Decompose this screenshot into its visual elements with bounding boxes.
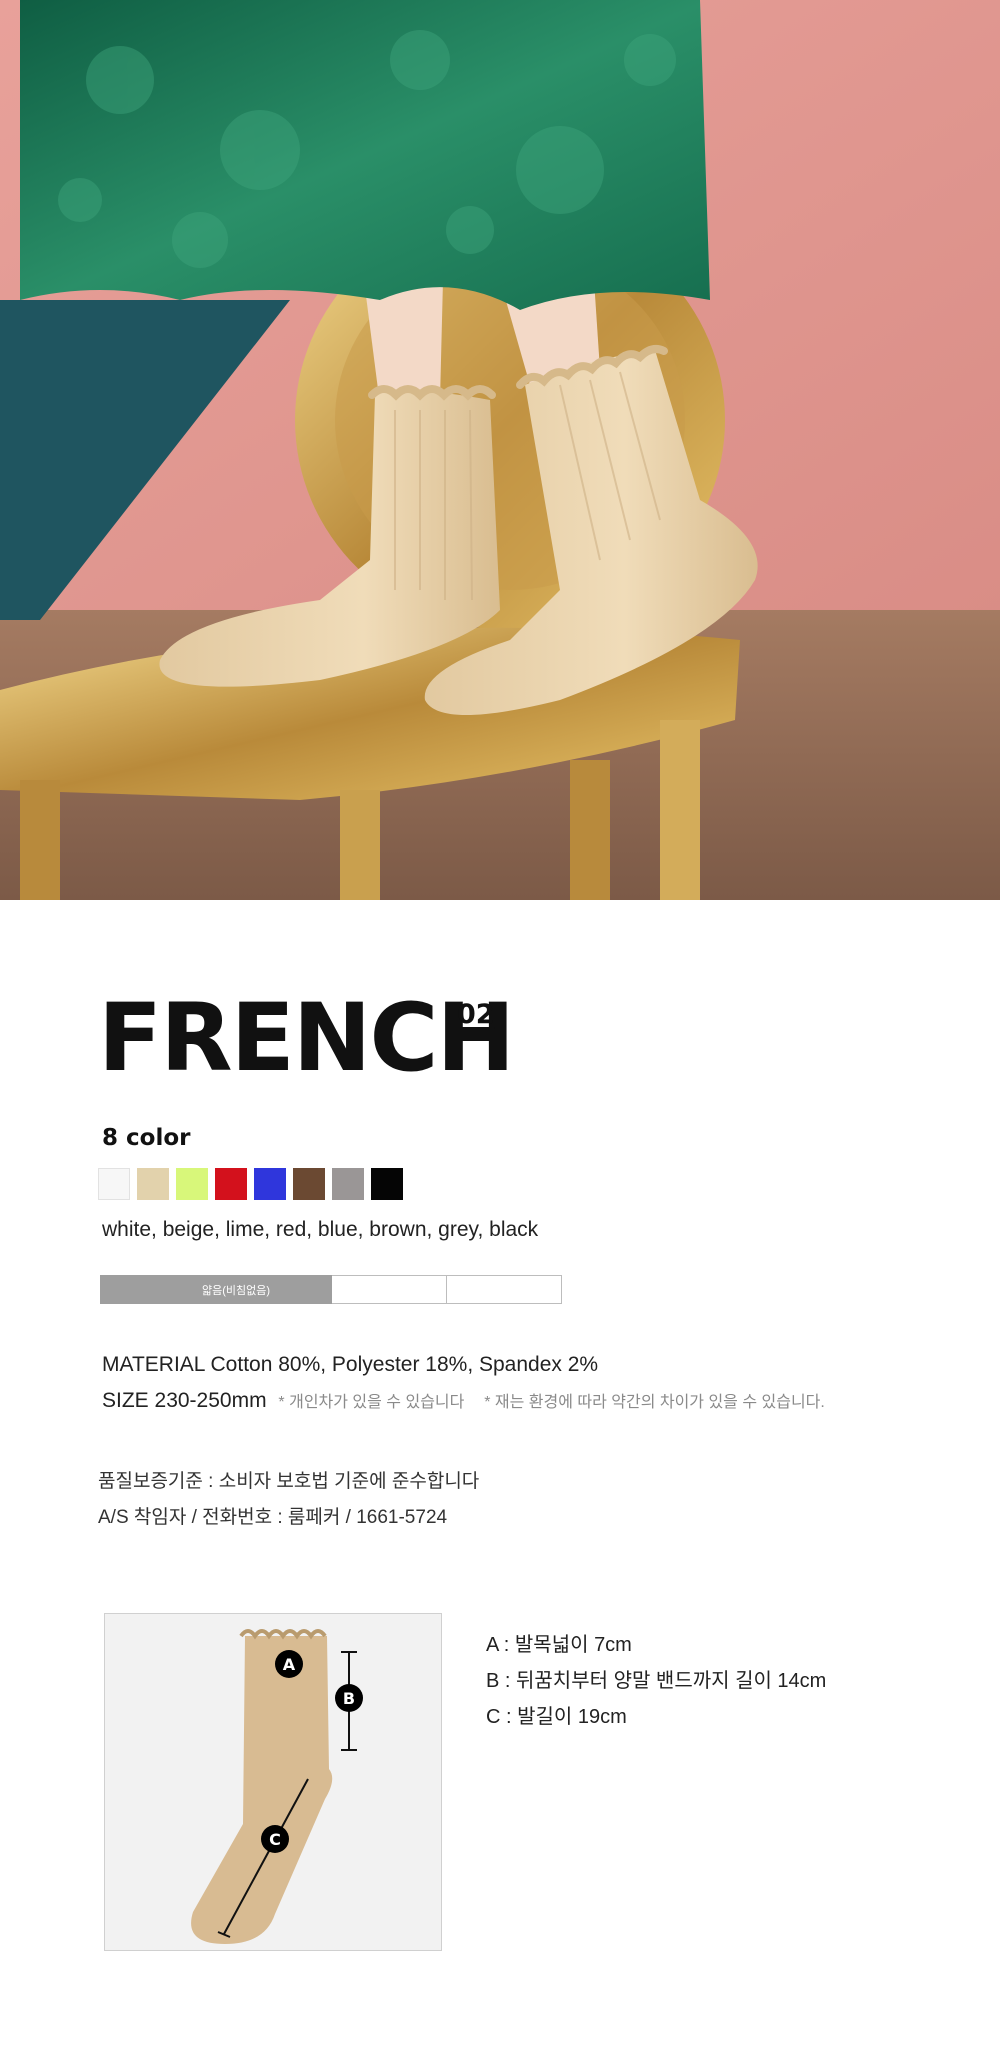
size-line: SIZE 230-250mm * 개인차가 있을 수 있습니다 * 재는 환경에… bbox=[102, 1388, 825, 1413]
quality-standard: 품질보증기준 : 소비자 보호법 기준에 준수합니다 bbox=[98, 1471, 480, 1492]
measurement-b: B : 뒤꿈치부터 양말 밴드까지 길이 14cm bbox=[486, 1670, 827, 1692]
marker-b-label: B bbox=[343, 1689, 355, 1708]
marker-c-label: C bbox=[269, 1830, 281, 1849]
sock-ruffle bbox=[239, 1629, 327, 1640]
swatch-beige bbox=[137, 1168, 169, 1200]
swatch-blue bbox=[254, 1168, 286, 1200]
size-note-individual: * 개인차가 있을 수 있습니다 bbox=[278, 1394, 465, 1411]
thickness-segment bbox=[447, 1275, 562, 1304]
chair-leg bbox=[570, 760, 610, 900]
thickness-bar: 얇음(비침없음) bbox=[100, 1275, 562, 1304]
marker-b: B bbox=[335, 1684, 363, 1712]
product-title-number: 02 bbox=[457, 999, 495, 1030]
color-swatches bbox=[98, 1168, 403, 1200]
swatch-black bbox=[371, 1168, 403, 1200]
marker-a-label: A bbox=[283, 1655, 296, 1674]
swatch-white bbox=[98, 1168, 130, 1200]
product-title: FRENCH bbox=[98, 984, 515, 1093]
size-value: SIZE 230-250mm bbox=[102, 1389, 267, 1412]
chair-leg bbox=[660, 720, 700, 900]
chair-leg bbox=[340, 790, 380, 900]
sock-size-diagram: A B C bbox=[104, 1613, 442, 1951]
color-names: white, beige, lime, red, blue, brown, gr… bbox=[102, 1218, 539, 1241]
measurement-c: C : 발길이 19cm bbox=[486, 1706, 627, 1728]
as-contact: A/S 착임자 / 전화번호 : 룸페커 / 1661-5724 bbox=[98, 1507, 448, 1528]
sock-diagram-illustration: A B C bbox=[191, 1629, 363, 1944]
swatch-brown bbox=[293, 1168, 325, 1200]
swatch-grey bbox=[332, 1168, 364, 1200]
product-info: FRENCH 02 8 color white, beige, lime, re… bbox=[0, 900, 1000, 2047]
chair-leg bbox=[20, 780, 60, 900]
hero-illustration bbox=[0, 0, 1000, 900]
size-note-environment: * 재는 환경에 따라 약간의 차이가 있을 수 있습니다. bbox=[484, 1394, 825, 1411]
material-line: MATERIAL Cotton 80%, Polyester 18%, Span… bbox=[102, 1353, 599, 1376]
measurement-a: A : 발목넓이 7cm bbox=[486, 1634, 632, 1656]
swatch-red bbox=[215, 1168, 247, 1200]
thickness-segment bbox=[332, 1275, 447, 1304]
marker-a: A bbox=[275, 1650, 303, 1678]
thickness-thin-segment: 얇음(비침없음) bbox=[100, 1275, 332, 1304]
marker-c: C bbox=[261, 1825, 289, 1853]
color-count: 8 color bbox=[102, 1125, 191, 1151]
sock-shape bbox=[191, 1636, 333, 1944]
swatch-lime bbox=[176, 1168, 208, 1200]
hero-photo bbox=[0, 0, 1000, 900]
